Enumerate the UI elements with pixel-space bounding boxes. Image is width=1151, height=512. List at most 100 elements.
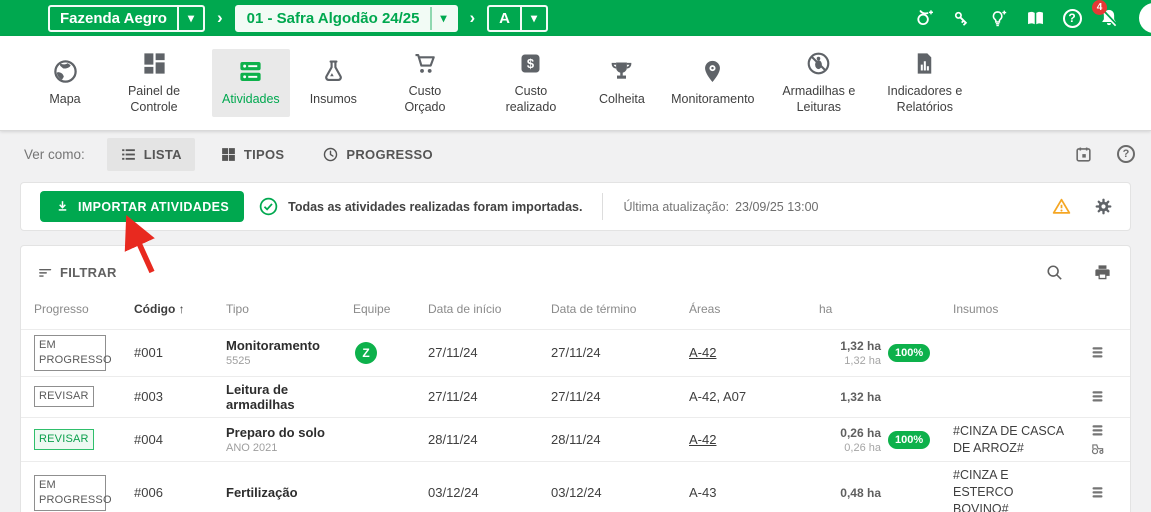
dollar-square-icon: $ bbox=[517, 50, 544, 77]
nav-label: Mapa bbox=[49, 92, 80, 108]
activity-code: #003 bbox=[134, 389, 226, 404]
plot-name: A bbox=[489, 10, 520, 27]
nav-item-armadilhas-e-leituras[interactable]: Armadilhas e Leituras bbox=[771, 41, 867, 124]
ha-cell: 1,32 ha bbox=[819, 390, 953, 404]
area-link[interactable]: A-42 bbox=[689, 345, 716, 360]
import-right-icons bbox=[1051, 196, 1114, 217]
status-badge: EM PROGRESSO bbox=[34, 475, 106, 511]
nav-label: Indicadores e Relatórios bbox=[887, 84, 963, 115]
flask-icon bbox=[320, 58, 347, 85]
nav-item-indicadores-e-relatorios[interactable]: Indicadores e Relatórios bbox=[877, 41, 973, 124]
tab-label: TIPOS bbox=[244, 147, 285, 162]
user-avatar[interactable] bbox=[1139, 3, 1151, 33]
filter-label: FILTRAR bbox=[60, 265, 117, 280]
import-activities-button[interactable]: IMPORTAR ATIVIDADES bbox=[40, 191, 244, 222]
ha-value: 1,32 ha bbox=[819, 339, 881, 353]
warning-icon[interactable] bbox=[1051, 196, 1072, 217]
chevron-down-icon[interactable]: ▾ bbox=[179, 11, 203, 25]
start-date: 27/11/24 bbox=[428, 345, 551, 360]
col-ha[interactable]: ha bbox=[819, 302, 953, 316]
col-areas[interactable]: Áreas bbox=[689, 302, 819, 316]
farm-selector[interactable]: Fazenda Aegro ▾ bbox=[48, 5, 205, 32]
area-link[interactable]: A-42 bbox=[689, 432, 716, 447]
activities-table-card: FILTRAR Progresso Código ↑ Tipo Equipe D… bbox=[20, 245, 1131, 512]
import-bar: IMPORTAR ATIVIDADES Todas as atividades … bbox=[20, 182, 1131, 231]
activity-subtitle: 5525 bbox=[226, 355, 353, 367]
ha-value: 0,26 ha bbox=[819, 426, 881, 440]
row-actions bbox=[1077, 345, 1117, 360]
row-actions bbox=[1077, 389, 1117, 404]
help-icon[interactable]: ? bbox=[1061, 7, 1083, 29]
layers-icon[interactable] bbox=[1090, 485, 1105, 500]
activity-code: #006 bbox=[134, 485, 226, 500]
tab-lista[interactable]: LISTA bbox=[107, 138, 195, 171]
table-row[interactable]: EM PROGRESSO #001 Monitoramento5525 Z 27… bbox=[21, 329, 1130, 376]
nav-label: Monitoramento bbox=[671, 92, 754, 108]
start-date: 03/12/24 bbox=[428, 485, 551, 500]
layers-icon[interactable] bbox=[1090, 345, 1105, 360]
app-window: Fazenda Aegro ▾ › 01 - Safra Algodão 24/… bbox=[0, 0, 1151, 512]
nav-item-mapa[interactable]: Mapa bbox=[34, 49, 96, 117]
table-row[interactable]: REVISAR #004 Preparo do soloANO 2021 28/… bbox=[21, 417, 1130, 462]
areas-text: A-43 bbox=[689, 485, 819, 500]
help-icon[interactable]: ? bbox=[1117, 145, 1135, 163]
aegro-assistant-icon[interactable] bbox=[913, 7, 935, 29]
nav-item-custo-orcado[interactable]: Custo Orçado bbox=[377, 41, 473, 124]
col-tipo[interactable]: Tipo bbox=[226, 302, 353, 316]
col-insumos[interactable]: Insumos bbox=[953, 302, 1077, 316]
pin-icon bbox=[699, 58, 726, 85]
season-name: 01 - Safra Algodão 24/25 bbox=[237, 10, 430, 27]
topbar-icons: ? 4 bbox=[913, 3, 1151, 33]
last-update-label: Última atualização: bbox=[623, 200, 729, 214]
dashboard-icon bbox=[141, 50, 168, 77]
nav-label: Painel de Controle bbox=[116, 84, 192, 115]
nav-item-monitoramento[interactable]: Monitoramento bbox=[665, 49, 761, 117]
table-row[interactable]: EM PROGRESSO #006 Fertilização 03/12/24 … bbox=[21, 461, 1130, 512]
activity-type: Preparo do solo bbox=[226, 425, 353, 440]
machinery-icon[interactable] bbox=[1090, 441, 1105, 456]
col-codigo[interactable]: Código ↑ bbox=[134, 302, 226, 316]
layers-icon[interactable] bbox=[1090, 423, 1105, 438]
nav-item-colheita[interactable]: Colheita bbox=[589, 49, 655, 117]
tab-progresso[interactable]: PROGRESSO bbox=[309, 138, 446, 171]
activities-list-icon bbox=[237, 58, 264, 85]
print-icon[interactable] bbox=[1093, 263, 1112, 282]
tab-tipos[interactable]: TIPOS bbox=[207, 138, 298, 171]
top-bar: Fazenda Aegro ▾ › 01 - Safra Algodão 24/… bbox=[0, 0, 1151, 36]
ha-cell: 0,48 ha bbox=[819, 486, 953, 500]
activity-code: #004 bbox=[134, 432, 226, 447]
nav-label: Custo realizado bbox=[493, 84, 569, 115]
handbook-icon[interactable] bbox=[1024, 7, 1046, 29]
chevron-down-icon[interactable]: ▾ bbox=[522, 11, 546, 25]
filter-icon bbox=[37, 264, 54, 281]
season-selector[interactable]: 01 - Safra Algodão 24/25 ▾ bbox=[235, 5, 458, 32]
nav-item-painel-de-controle[interactable]: Painel de Controle bbox=[106, 41, 202, 124]
col-equipe[interactable]: Equipe bbox=[353, 302, 428, 316]
view-switcher-label: Ver como: bbox=[24, 147, 85, 162]
nav-item-atividades[interactable]: Atividades bbox=[212, 49, 290, 117]
end-date: 28/11/24 bbox=[551, 432, 689, 447]
filter-button[interactable]: FILTRAR bbox=[37, 264, 117, 281]
layers-icon[interactable] bbox=[1090, 389, 1105, 404]
nav-item-custo-realizado[interactable]: $ Custo realizado bbox=[483, 41, 579, 124]
team-avatar[interactable]: Z bbox=[355, 342, 377, 364]
nav-item-insumos[interactable]: Insumos bbox=[300, 49, 367, 117]
col-data-inicio[interactable]: Data de início bbox=[428, 302, 551, 316]
ha-cell: 0,26 ha0,26 ha 100% bbox=[819, 426, 953, 454]
calendar-icon[interactable] bbox=[1074, 145, 1093, 164]
bug-off-icon bbox=[805, 50, 832, 77]
col-progresso[interactable]: Progresso bbox=[34, 302, 134, 316]
gear-icon[interactable] bbox=[1093, 196, 1114, 217]
table-row[interactable]: REVISAR #003 Leitura de armadilhas 27/11… bbox=[21, 376, 1130, 417]
ha-value: 0,48 ha bbox=[819, 486, 881, 500]
key-icon[interactable] bbox=[950, 7, 972, 29]
chevron-down-icon[interactable]: ▾ bbox=[432, 11, 456, 25]
lightbulb-plus-icon[interactable] bbox=[987, 7, 1009, 29]
plot-selector[interactable]: A ▾ bbox=[487, 5, 548, 32]
main-nav: Mapa Painel de Controle Atividades Insum… bbox=[0, 36, 1151, 131]
search-icon[interactable] bbox=[1045, 263, 1064, 282]
col-data-termino[interactable]: Data de término bbox=[551, 302, 689, 316]
help-glyph: ? bbox=[1063, 9, 1082, 28]
notifications-bell-icon[interactable]: 4 bbox=[1098, 7, 1120, 29]
activity-subtitle: ANO 2021 bbox=[226, 442, 353, 454]
